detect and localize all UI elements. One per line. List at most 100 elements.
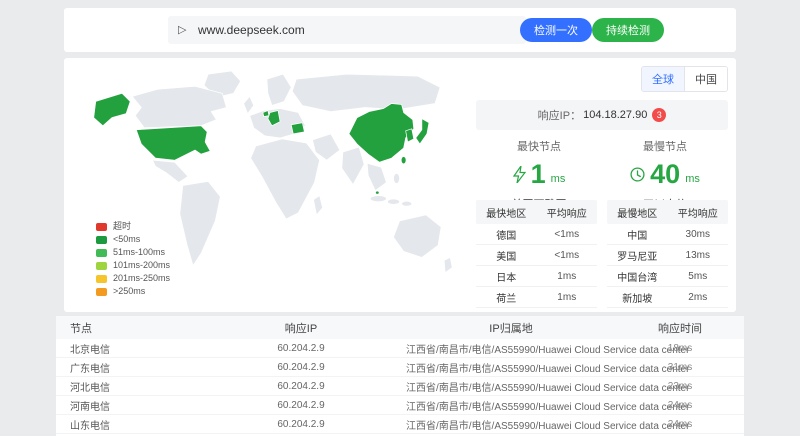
region-name: 中国 — [607, 227, 668, 242]
region-scandinavia — [267, 74, 291, 105]
legend-item: 101ms-200ms — [96, 259, 170, 272]
region-row: 德国 <1ms — [476, 224, 597, 245]
response-ip-bar: 响应IP： 104.18.27.90 3 — [476, 100, 728, 130]
node-ip-location: 江西省/南昌市/电信/AS55990/Huawei Cloud Service … — [406, 379, 616, 394]
legend-label: 51ms-100ms — [113, 246, 165, 259]
region-row: 中国 30ms — [607, 224, 728, 245]
country-usa-alaska — [94, 93, 130, 125]
continuous-check-button[interactable]: 持续检测 — [592, 18, 664, 42]
country-uk — [244, 96, 254, 113]
fastest-node-value: 1 — [531, 160, 546, 188]
legend-swatch — [96, 275, 107, 283]
url-input[interactable] — [168, 16, 526, 44]
slowest-regions-table: 最慢地区 平均响应 中国 30ms 罗马尼亚 13ms 中国台湾 — [607, 200, 728, 308]
legend-item: 201ms-250ms — [96, 272, 170, 285]
region-row: 中国台湾 5ms — [607, 266, 728, 287]
slowest-node-title: 最慢节点 — [602, 138, 728, 154]
region-name: 罗马尼亚 — [607, 248, 668, 263]
response-ip-label: 响应IP： — [538, 107, 581, 123]
table-row: 河南电信 60.204.2.9 江西省/南昌市/电信/AS55990/Huawe… — [56, 396, 744, 415]
legend-swatch — [96, 288, 107, 296]
legend-item: 51ms-100ms — [96, 246, 170, 259]
region-latency: 1ms — [537, 271, 598, 282]
legend-label: 101ms-200ms — [113, 259, 170, 272]
map-legend: 超时 <50ms 51ms-100ms 101ms-200ms — [96, 220, 170, 298]
column-header-time: 响应时间 — [616, 320, 744, 336]
column-header-ip: 响应IP — [196, 320, 406, 336]
region-latency: 5ms — [668, 271, 729, 282]
tab-global[interactable]: 全球 — [642, 67, 684, 91]
slowest-regions-header: 最慢地区 平均响应 — [607, 200, 728, 224]
country-romania — [291, 123, 304, 134]
node-ip-location: 江西省/南昌市/电信/AS55990/Huawei Cloud Service … — [406, 360, 616, 375]
column-header: 平均响应 — [537, 205, 598, 220]
region-russia-asia — [292, 74, 440, 111]
region-latency: 1ms — [537, 292, 598, 303]
fastest-regions-table: 最快地区 平均响应 德国 <1ms 美国 <1ms 日本 — [476, 200, 597, 308]
table-row: 北京电信 60.204.2.9 江西省/南昌市/电信/AS55990/Huawe… — [56, 339, 744, 358]
node-ip: 60.204.2.9 — [196, 343, 406, 354]
region-row: 美国 <1ms — [476, 245, 597, 266]
result-overview-card: 超时 <50ms 51ms-100ms 101ms-200ms — [64, 58, 736, 312]
ip-count-badge[interactable]: 3 — [652, 108, 666, 122]
legend-item: >250ms — [96, 285, 170, 298]
node-name: 北京电信 — [56, 341, 196, 356]
legend-swatch — [96, 223, 107, 231]
fastest-node-title: 最快节点 — [476, 138, 602, 154]
node-ip-location: 江西省/南昌市/电信/AS55990/Huawei Cloud Service … — [406, 398, 616, 413]
region-latency: 30ms — [668, 229, 729, 240]
region-name: 日本 — [476, 269, 537, 284]
legend-label: <50ms — [113, 233, 140, 246]
legend-label: >250ms — [113, 285, 145, 298]
region-latency: <1ms — [537, 250, 598, 261]
legend-label: 超时 — [113, 220, 131, 233]
region-name: 新加坡 — [607, 290, 668, 305]
legend-label: 201ms-250ms — [113, 272, 170, 285]
country-mexico — [152, 160, 187, 182]
region-tabs: 全球 中国 — [641, 66, 728, 92]
island-philippines — [394, 173, 400, 183]
country-australia — [394, 215, 442, 258]
region-name: 德国 — [476, 227, 537, 242]
continent-south-america — [180, 181, 221, 265]
response-ip-value: 104.18.27.90 — [583, 109, 647, 121]
node-ip: 60.204.2.9 — [196, 381, 406, 392]
region-southeast-asia — [367, 163, 386, 190]
fastest-regions-header: 最快地区 平均响应 — [476, 200, 597, 224]
legend-item: <50ms — [96, 233, 170, 246]
node-response-time: 24ms — [616, 419, 744, 430]
region-row: 日本 1ms — [476, 266, 597, 287]
region-latency: 2ms — [668, 292, 729, 303]
node-response-time: 23ms — [616, 381, 744, 392]
slowest-node-unit: ms — [685, 173, 700, 188]
region-name: 中国台湾 — [607, 269, 668, 284]
country-japan — [416, 119, 429, 144]
node-results-table: 节点 响应IP IP归属地 响应时间 北京电信 60.204.2.9 江西省/南… — [56, 316, 744, 436]
legend-swatch — [96, 249, 107, 257]
continent-africa — [251, 139, 320, 219]
node-ip: 60.204.2.9 — [196, 400, 406, 411]
node-response-time: 18ms — [616, 343, 744, 354]
country-canada — [132, 86, 226, 128]
island-indonesia-1 — [370, 196, 386, 202]
column-header-node: 节点 — [56, 320, 196, 336]
node-name: 广东电信 — [56, 360, 196, 375]
node-ip-location: 江西省/南昌市/电信/AS55990/Huawei Cloud Service … — [406, 341, 616, 356]
region-name: 美国 — [476, 248, 537, 263]
region-latency: <1ms — [537, 229, 598, 240]
country-south-korea — [406, 129, 414, 142]
check-once-button[interactable]: 检测一次 — [520, 18, 592, 42]
node-name: 河南电信 — [56, 398, 196, 413]
island-taiwan — [401, 157, 406, 164]
country-india — [342, 147, 364, 184]
fastest-node-unit: ms — [551, 173, 566, 188]
lightning-icon — [513, 166, 526, 183]
table-row: 广东电信 60.204.2.9 江西省/南昌市/电信/AS55990/Huawe… — [56, 358, 744, 377]
summary-panel: 全球 中国 响应IP： 104.18.27.90 3 最快节点 1 ms 美国西… — [476, 66, 728, 304]
clock-icon — [630, 167, 645, 182]
tab-china[interactable]: 中国 — [684, 67, 727, 91]
world-map: 超时 <50ms 51ms-100ms 101ms-200ms — [78, 66, 470, 304]
country-singapore — [375, 191, 379, 194]
column-header: 最快地区 — [476, 205, 537, 220]
node-ip: 60.204.2.9 — [196, 419, 406, 430]
